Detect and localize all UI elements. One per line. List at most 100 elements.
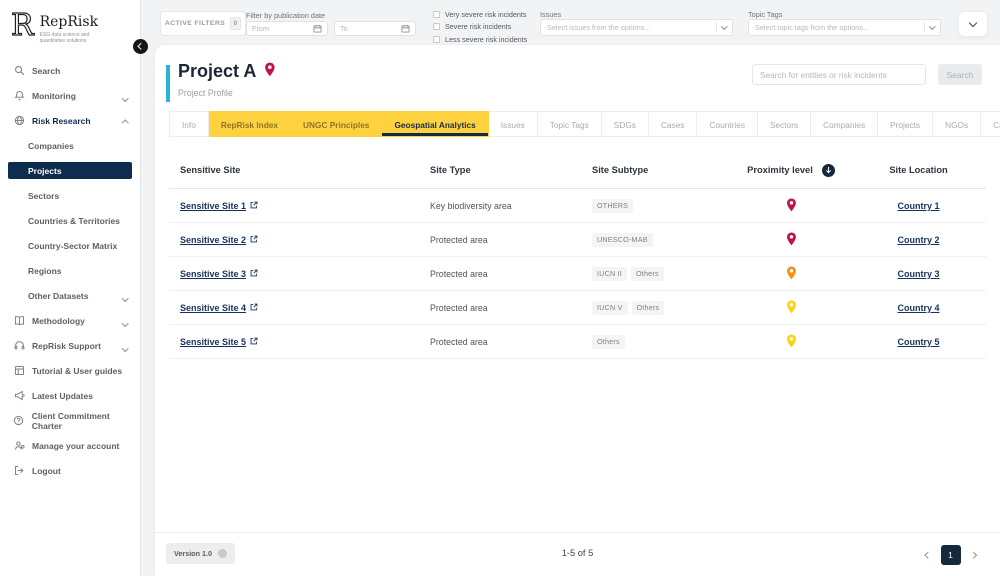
sidebar-item-country-sector-matrix[interactable]: Country-Sector Matrix xyxy=(0,233,140,258)
divider xyxy=(923,23,925,32)
filter-bar: ACTIVE FILTERS 0 Filter by publication d… xyxy=(142,0,1000,45)
calendar-icon[interactable] xyxy=(401,20,410,38)
sidebar-item-monitoring[interactable]: Monitoring xyxy=(0,83,140,108)
tab-sdgs[interactable]: SDGs xyxy=(601,111,649,137)
sidebar-collapse-button[interactable] xyxy=(133,39,148,54)
sidebar-item-label: Country-Sector Matrix xyxy=(28,240,118,251)
sidebar-item-projects[interactable]: Projects xyxy=(8,162,132,179)
cell-site-subtype: OTHERS xyxy=(581,198,731,213)
checkbox-less-severe-risk-incidents[interactable] xyxy=(433,35,440,43)
tab-reprisk-index[interactable]: RepRisk Index xyxy=(208,111,292,137)
chevron-down-icon xyxy=(121,93,128,103)
sidebar-item-sectors[interactable]: Sectors xyxy=(0,183,140,208)
country-link[interactable]: Country 1 xyxy=(897,201,939,211)
sensitive-site-link[interactable]: Sensitive Site 4 xyxy=(180,303,258,313)
sensitive-site-link[interactable]: Sensitive Site 2 xyxy=(180,235,258,245)
cell-proximity-level xyxy=(731,198,851,214)
tab-ungc-principles[interactable]: UNGC Principles xyxy=(291,111,383,137)
table-row: Sensitive Site 2 Protected area UNESCO-MAB… xyxy=(169,223,986,257)
date-from-input[interactable] xyxy=(252,24,304,33)
sort-descending-icon[interactable] xyxy=(821,163,835,177)
search-button[interactable]: Search xyxy=(938,64,982,85)
column-header-site-location: Site Location xyxy=(851,165,986,175)
sensitive-site-link[interactable]: Sensitive Site 3 xyxy=(180,269,258,279)
sidebar-item-client-commitment-charter[interactable]: Client Commitment Charter xyxy=(0,408,140,433)
checkbox-severe-risk-incidents[interactable] xyxy=(433,23,440,31)
previous-page-button[interactable] xyxy=(925,551,932,559)
panel-footer: Version 1.0 1-5 of 5 1 xyxy=(155,532,1000,576)
country-link[interactable]: Country 4 xyxy=(897,303,939,313)
active-filters-button[interactable]: ACTIVE FILTERS 0 xyxy=(160,11,246,36)
tab-projects[interactable]: Projects xyxy=(878,111,934,137)
sidebar-item-reprisk-support[interactable]: RepRisk Support xyxy=(0,333,140,358)
tab-info[interactable]: Info xyxy=(169,111,209,137)
country-link[interactable]: Country 3 xyxy=(897,269,939,279)
tab-sectors[interactable]: Sectors xyxy=(757,111,812,137)
checkbox-very-severe-risk-incidents[interactable] xyxy=(433,11,440,18)
chevron-down-icon xyxy=(968,18,978,28)
bell-icon xyxy=(13,90,25,102)
next-page-button[interactable] xyxy=(969,551,976,559)
tab-ngos[interactable]: NGOs xyxy=(933,111,982,137)
entity-search-field[interactable] xyxy=(752,64,926,85)
severity-checkbox-row: Severe risk incidents xyxy=(433,22,527,31)
active-filters-count-badge: 0 xyxy=(230,17,242,30)
tab-companies[interactable]: Companies xyxy=(811,111,879,137)
subtype-chips: OTHERS xyxy=(592,198,634,213)
sidebar-item-companies[interactable]: Companies xyxy=(0,133,140,158)
megaphone-icon xyxy=(13,390,25,402)
site-type-text: Protected area xyxy=(430,234,488,245)
sensitive-sites-table: Sensitive Site Site Type Site Subtype Proxi… xyxy=(169,152,986,359)
site-type-text: Protected area xyxy=(430,302,488,313)
cell-site-type: Protected area xyxy=(419,269,581,279)
sidebar: R RepRisk ESG data science and quantitat… xyxy=(0,0,141,576)
chevron-left-icon xyxy=(925,551,932,559)
calendar-icon[interactable] xyxy=(313,20,322,38)
sidebar-item-label: Tutorial & User guides xyxy=(32,365,123,376)
sidebar-item-search[interactable]: Search xyxy=(0,58,140,83)
tab-countries[interactable]: Countries xyxy=(697,111,758,137)
column-header-proximity-level[interactable]: Proximity level xyxy=(731,163,851,177)
subtype-chips: Others xyxy=(592,334,625,349)
sidebar-item-label: Latest Updates xyxy=(32,390,93,401)
date-to-input[interactable] xyxy=(340,24,392,33)
tab-campaigns[interactable]: Campaigns xyxy=(981,111,1000,137)
sidebar-item-label: Projects xyxy=(28,165,62,176)
sidebar-item-tutorial-user-guides[interactable]: Tutorial & User guides xyxy=(0,358,140,383)
sidebar-item-label: Manage your account xyxy=(32,440,120,451)
sidebar-item-other-datasets[interactable]: Other Datasets xyxy=(0,283,140,308)
external-link-icon xyxy=(250,235,258,245)
entity-search-input[interactable] xyxy=(760,69,918,80)
proximity-pin-icon xyxy=(786,266,797,282)
title-accent-bar xyxy=(166,65,170,102)
date-to-field[interactable] xyxy=(334,21,416,36)
sidebar-item-risk-research[interactable]: Risk Research xyxy=(0,108,140,133)
sidebar-item-logout[interactable]: Logout xyxy=(0,458,140,483)
issues-select-placeholder: Select issues from the options... xyxy=(547,23,651,32)
sidebar-item-manage-your-account[interactable]: Manage your account xyxy=(0,433,140,458)
sidebar-item-methodology[interactable]: Methodology xyxy=(0,308,140,333)
topic-tags-select[interactable]: Select topic tags from the options... xyxy=(748,19,941,36)
filter-bar-collapse-button[interactable] xyxy=(958,11,988,37)
page-number-button[interactable]: 1 xyxy=(940,545,961,565)
issues-select[interactable]: Select issues from the options... xyxy=(540,19,733,36)
table-row: Sensitive Site 4 Protected area IUCN V Othe… xyxy=(169,291,986,325)
country-link[interactable]: Country 2 xyxy=(897,235,939,245)
tab-geospatial-analytics[interactable]: Geospatial Analytics xyxy=(382,111,489,137)
pagination: 1 xyxy=(925,545,976,565)
sensitive-site-link[interactable]: Sensitive Site 1 xyxy=(180,201,258,211)
tab-issues[interactable]: Issues xyxy=(488,111,538,137)
chevron-down-icon xyxy=(121,343,128,353)
sensitive-site-link[interactable]: Sensitive Site 5 xyxy=(180,337,258,347)
sidebar-item-latest-updates[interactable]: Latest Updates xyxy=(0,383,140,408)
country-link[interactable]: Country 5 xyxy=(897,337,939,347)
date-from-field[interactable] xyxy=(246,21,328,36)
subtype-chips: UNESCO-MAB xyxy=(592,232,653,247)
sidebar-item-regions[interactable]: Regions xyxy=(0,258,140,283)
subtype-chips: IUCN II Others xyxy=(592,266,664,281)
tab-cases[interactable]: Cases xyxy=(648,111,698,137)
topic-tags-label: Topic Tags xyxy=(748,10,783,19)
tab-topic-tags[interactable]: Topic Tags xyxy=(537,111,602,137)
sidebar-item-countries-territories[interactable]: Countries & Territories xyxy=(0,208,140,233)
cell-sensitive-site: Sensitive Site 1 xyxy=(169,201,419,211)
